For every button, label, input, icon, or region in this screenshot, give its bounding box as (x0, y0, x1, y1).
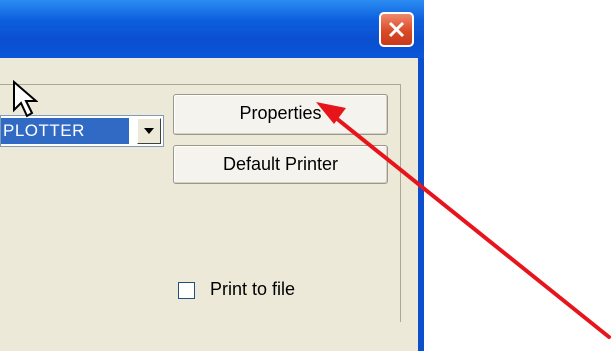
annotation-arrow (316, 102, 611, 339)
